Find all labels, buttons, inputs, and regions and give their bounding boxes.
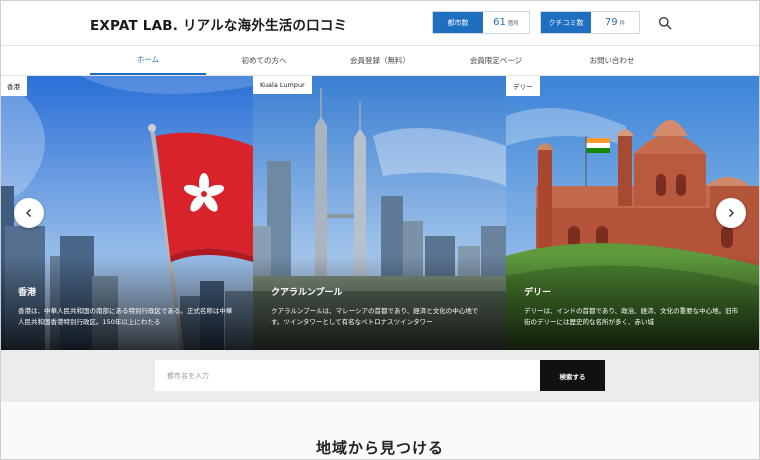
nav-item-members-only[interactable]: 会員限定ページ bbox=[438, 46, 554, 75]
city-count-number: 61 bbox=[493, 17, 506, 28]
city-slider: 香港 香港 香港は、中華人民共和国の南部にある特別行政区である。正式名称は中華人… bbox=[0, 76, 760, 350]
slide-caption-overlay bbox=[506, 255, 760, 350]
slide-caption-overlay bbox=[253, 255, 506, 350]
region-section: 地域から見つける bbox=[0, 402, 760, 460]
site-header: EXPAT LAB. リアルな海外生活の口コミ 都市数 61 箇所 クチコミ数 … bbox=[0, 0, 760, 46]
site-title[interactable]: EXPAT LAB. リアルな海外生活の口コミ bbox=[90, 14, 347, 34]
nav-item-contact[interactable]: お問い合わせ bbox=[554, 46, 670, 75]
slide-kuala-lumpur[interactable]: Kuala Lumpur クアラルンプール クアラルンプールは、マレーシアの首都… bbox=[253, 76, 506, 350]
city-count-unit: 箇所 bbox=[507, 20, 519, 27]
nav-item-first-time[interactable]: 初めての方へ bbox=[206, 46, 322, 75]
slide-desc-hong-kong: 香港は、中華人民共和国の南部にある特別行政区である。正式名称は中華人民共和国香港… bbox=[18, 307, 233, 327]
review-count-label: クチコミ数 bbox=[541, 12, 591, 33]
slide-title-hong-kong: 香港 bbox=[18, 288, 37, 298]
slide-caption-overlay bbox=[0, 255, 253, 350]
review-count-number: 79 bbox=[604, 17, 618, 28]
search-icon[interactable] bbox=[658, 15, 672, 30]
chevron-left-icon bbox=[26, 209, 31, 217]
nav-item-home[interactable]: ホーム bbox=[90, 46, 206, 75]
slide-tag-delhi: デリー bbox=[506, 76, 540, 96]
slider-next-button[interactable] bbox=[716, 198, 746, 228]
chevron-right-icon bbox=[729, 209, 734, 217]
review-count-unit: 件 bbox=[619, 20, 626, 27]
slide-tag-hong-kong: 香港 bbox=[0, 76, 27, 96]
slide-title-kuala-lumpur: クアラルンプール bbox=[271, 288, 343, 298]
slide-desc-delhi: デリーは、インドの首都であり、政治、経済、文化の重要な中心地。旧市街のデリーには… bbox=[524, 307, 739, 327]
slide-title-delhi: デリー bbox=[524, 288, 552, 298]
city-count-stat: 都市数 61 箇所 bbox=[432, 11, 530, 34]
city-search-bar: 検索する bbox=[0, 350, 760, 402]
slider-prev-button[interactable] bbox=[14, 198, 44, 228]
nav-item-register[interactable]: 会員登録（無料） bbox=[322, 46, 438, 75]
review-count-value-box: 79 件 bbox=[591, 12, 639, 33]
slide-tag-kuala-lumpur: Kuala Lumpur bbox=[253, 76, 312, 94]
section-title: 地域から見つける bbox=[315, 439, 444, 457]
city-count-label: 都市数 bbox=[433, 12, 483, 33]
city-search-input[interactable] bbox=[155, 360, 540, 391]
review-count-stat: クチコミ数 79 件 bbox=[540, 11, 640, 34]
main-nav: ホーム 初めての方へ 会員登録（無料） 会員限定ページ お問い合わせ bbox=[0, 46, 760, 76]
city-count-value-box: 61 箇所 bbox=[483, 12, 529, 33]
search-button[interactable]: 検索する bbox=[540, 360, 605, 391]
slide-desc-kuala-lumpur: クアラルンプールは、マレーシアの首都であり、経済と文化の中心地です。ツインタワー… bbox=[271, 307, 479, 327]
